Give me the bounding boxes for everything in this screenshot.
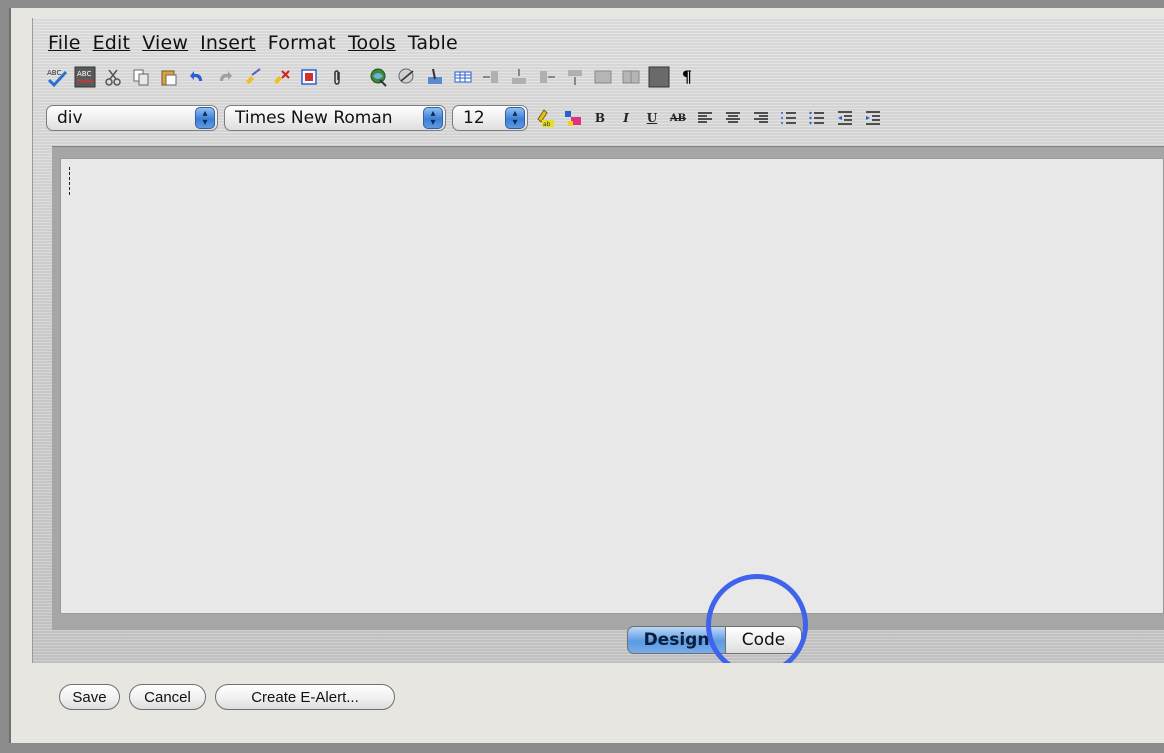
font-size-value: 12 <box>463 108 485 128</box>
select-arrows-icon: ▴ ▾ <box>423 107 443 129</box>
wysiwyg-editor[interactable] <box>60 158 1164 614</box>
menu-file-label: File <box>48 32 81 54</box>
menu-insert-label: Insert <box>200 32 256 54</box>
select-arrows-icon: ▴ ▾ <box>195 107 215 129</box>
view-mode-tabs: Design Code <box>627 626 802 654</box>
toolbar-main: ABC ABC ¶ <box>46 63 698 91</box>
create-e-alert-button[interactable]: Create E-Alert... <box>215 684 395 710</box>
paragraph-mark-icon[interactable]: ¶ <box>676 66 698 88</box>
menu-table-label: Table <box>407 32 458 54</box>
menu-tools-label: Tools <box>347 32 396 54</box>
unlink-icon[interactable] <box>396 66 418 88</box>
attachment-icon[interactable] <box>326 66 348 88</box>
font-family-select[interactable]: Times New Roman ▴ ▾ <box>224 105 446 131</box>
menu-view[interactable]: View <box>142 32 188 54</box>
tab-code[interactable]: Code <box>726 626 802 654</box>
menu-table[interactable]: Table <box>408 32 458 54</box>
menu-file[interactable]: File <box>48 32 81 54</box>
italic-button[interactable]: I <box>616 107 636 129</box>
clean-format-icon[interactable] <box>242 66 264 88</box>
cell-properties-icon[interactable] <box>648 66 670 88</box>
numbered-list-icon[interactable] <box>778 107 800 129</box>
menu-format[interactable]: Format <box>268 32 336 54</box>
align-right-icon[interactable] <box>750 107 772 129</box>
svg-text:ABC: ABC <box>47 69 61 77</box>
merge-cells-icon[interactable] <box>592 66 614 88</box>
save-button[interactable]: Save <box>59 684 120 710</box>
tab-design[interactable]: Design <box>627 626 726 654</box>
insert-table-icon[interactable] <box>452 66 474 88</box>
bold-button[interactable]: B <box>590 107 610 129</box>
cut-icon[interactable] <box>102 66 124 88</box>
table-tools-icon[interactable] <box>424 66 446 88</box>
delete-row-icon[interactable] <box>564 66 586 88</box>
highlight-color-icon[interactable]: ab <box>534 107 556 129</box>
frame-edge <box>9 8 11 743</box>
undo-icon[interactable] <box>186 66 208 88</box>
text-caret <box>69 167 70 195</box>
menu-view-label: View <box>142 32 189 54</box>
strikethrough-button[interactable]: AB <box>668 107 688 129</box>
select-arrows-icon: ▴ ▾ <box>505 107 525 129</box>
indent-icon[interactable] <box>862 107 884 129</box>
svg-text:ABC: ABC <box>77 70 91 78</box>
toolbar-format: div ▴ ▾ Times New Roman ▴ ▾ 12 ▴ ▾ ab B I U… <box>46 104 884 132</box>
align-center-icon[interactable] <box>722 107 744 129</box>
align-left-icon[interactable] <box>694 107 716 129</box>
redo-icon[interactable] <box>214 66 236 88</box>
hyperlink-icon[interactable] <box>368 66 390 88</box>
cancel-button[interactable]: Cancel <box>129 684 206 710</box>
live-spellcheck-icon[interactable]: ABC <box>74 66 96 88</box>
image-icon[interactable] <box>298 66 320 88</box>
font-family-value: Times New Roman <box>235 108 393 128</box>
underline-button[interactable]: U <box>642 107 662 129</box>
insert-column-icon[interactable] <box>480 66 502 88</box>
delete-column-icon[interactable] <box>536 66 558 88</box>
block-format-value: div <box>57 108 83 128</box>
split-cells-icon[interactable] <box>620 66 642 88</box>
menu-insert[interactable]: Insert <box>200 32 256 54</box>
bullet-list-icon[interactable] <box>806 107 828 129</box>
font-size-select[interactable]: 12 ▴ ▾ <box>452 105 528 131</box>
svg-text:ab: ab <box>543 121 551 128</box>
block-format-select[interactable]: div ▴ ▾ <box>46 105 218 131</box>
menu-edit-label: Edit <box>92 32 131 54</box>
paste-icon[interactable] <box>158 66 180 88</box>
menu-edit[interactable]: Edit <box>93 32 131 54</box>
menu-tools[interactable]: Tools <box>348 32 396 54</box>
text-color-icon[interactable] <box>562 107 584 129</box>
spellcheck-icon[interactable]: ABC <box>46 66 68 88</box>
menubar: File Edit View Insert Format Tools Table <box>48 30 458 56</box>
outdent-icon[interactable] <box>834 107 856 129</box>
remove-format-icon[interactable] <box>270 66 292 88</box>
copy-icon[interactable] <box>130 66 152 88</box>
insert-row-icon[interactable] <box>508 66 530 88</box>
menu-format-label: Format <box>267 32 336 54</box>
